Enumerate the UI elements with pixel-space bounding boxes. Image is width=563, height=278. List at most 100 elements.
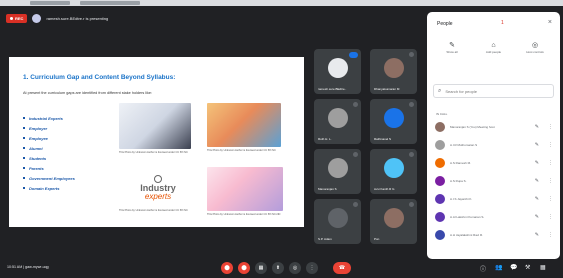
bullet-icon bbox=[23, 177, 25, 179]
panel-actions: ✎ Show all ⌂ Add people ◎ Host controls bbox=[433, 42, 554, 54]
avatar bbox=[383, 208, 404, 228]
host-controls-button[interactable]: ◎ Host controls bbox=[516, 42, 554, 54]
avatar bbox=[435, 176, 445, 186]
microphone-toggle-button[interactable]: ⬤ bbox=[221, 262, 233, 274]
in-call-label: IN CALL bbox=[436, 112, 448, 116]
participant-tile[interactable]: Pon bbox=[370, 199, 417, 244]
stakeholder-label: Government Employees bbox=[29, 175, 75, 181]
more-options-icon[interactable]: ⋮ bbox=[548, 142, 553, 148]
participant-name: S.P. Adam bbox=[318, 237, 332, 241]
participant-row[interactable]: A.I.R Muthumaran S ✎ ⋮ bbox=[435, 138, 555, 152]
list-item: Employee bbox=[23, 133, 75, 143]
captions-button[interactable]: ▦ bbox=[255, 262, 267, 274]
participant-row[interactable]: A.S Ramesh M. ✎ ⋮ bbox=[435, 156, 555, 170]
more-options-icon[interactable]: ⋮ bbox=[548, 178, 553, 184]
people-panel: People 1 × ✎ Show all ⌂ Add people ◎ Hos… bbox=[427, 12, 560, 259]
browser-tab[interactable] bbox=[30, 1, 70, 5]
stakeholder-label: Employee bbox=[29, 135, 48, 141]
bullet-icon bbox=[23, 147, 25, 149]
presentation-status-bar: REC ramesh.sure.BEdtre.r is presenting bbox=[6, 12, 108, 25]
participant-tile[interactable]: Dhanyakumaran M bbox=[370, 49, 417, 94]
avatar bbox=[383, 158, 404, 178]
participant-name: Manoranjan S (You) Meeting host bbox=[450, 125, 495, 129]
info-icon[interactable]: ⓘ bbox=[480, 264, 486, 273]
chat-icon[interactable]: 💬 bbox=[510, 264, 517, 271]
browser-tab[interactable] bbox=[80, 1, 140, 5]
mic-icon[interactable]: ✎ bbox=[535, 196, 539, 202]
list-item: Employer bbox=[23, 123, 75, 133]
participant-name: Manoranjan S bbox=[318, 187, 337, 191]
participant-name: A.I.R Muthumaran S bbox=[450, 143, 478, 147]
more-options-icon[interactable]: ⋮ bbox=[548, 214, 553, 220]
slide-title: 1. Curriculum Gap and Content Beyond Syl… bbox=[23, 74, 176, 81]
bullet-icon bbox=[23, 187, 25, 189]
end-call-button[interactable]: ☎ bbox=[333, 262, 351, 274]
show-all-button[interactable]: ✎ Show all bbox=[433, 42, 471, 54]
team-illustration bbox=[207, 103, 281, 147]
presenter-avatar bbox=[32, 14, 42, 23]
photo-caption: This Photo by Unknown Author is licensed… bbox=[119, 151, 188, 154]
people-icon[interactable]: 👥 bbox=[495, 264, 502, 271]
bullet-icon bbox=[23, 137, 25, 139]
mic-icon[interactable]: ✎ bbox=[535, 214, 539, 220]
avatar bbox=[435, 140, 445, 150]
more-options-icon[interactable]: ⋮ bbox=[548, 196, 553, 202]
participant-tile[interactable]: Ruth H. L. bbox=[314, 99, 361, 144]
avatar bbox=[327, 158, 348, 178]
participant-tile[interactable]: ramesh.sure.BEdtre.. bbox=[314, 49, 361, 94]
action-label: Show all bbox=[446, 50, 458, 54]
pin-icon[interactable] bbox=[349, 52, 358, 58]
mic-muted-icon bbox=[409, 202, 414, 207]
present-button[interactable]: ◎ bbox=[289, 262, 301, 274]
participant-name: A.I.S Jayanthi K. bbox=[450, 197, 473, 201]
add-people-button[interactable]: ⌂ Add people bbox=[475, 42, 513, 54]
mic-muted-icon bbox=[353, 102, 358, 107]
stakeholder-label: Employer bbox=[29, 125, 48, 131]
hand-raise-count[interactable]: 1 bbox=[501, 20, 504, 26]
add-person-icon: ⌂ bbox=[491, 42, 496, 49]
participant-name: Dhanyakumaran M bbox=[374, 87, 400, 91]
activities-icon[interactable]: ⚒ bbox=[525, 264, 530, 271]
mic-icon[interactable]: ✎ bbox=[535, 178, 539, 184]
logo-line-2: experts bbox=[144, 192, 172, 201]
search-icon: ⌕ bbox=[438, 87, 442, 94]
participant-row[interactable]: Manoranjan S (You) Meeting host ✎ ⋮ bbox=[435, 120, 555, 134]
more-options-icon[interactable]: ⋮ bbox=[548, 232, 553, 238]
mic-icon[interactable]: ✎ bbox=[535, 142, 539, 148]
close-icon[interactable]: × bbox=[548, 19, 552, 26]
more-options-icon[interactable]: ⋮ bbox=[548, 160, 553, 166]
mic-icon[interactable]: ✎ bbox=[535, 160, 539, 166]
avatar bbox=[327, 208, 348, 228]
list-item: Government Employees bbox=[23, 173, 75, 183]
participant-tile[interactable]: S.P. Adam bbox=[314, 199, 361, 244]
camera-toggle-button[interactable]: ⬤ bbox=[238, 262, 250, 274]
participant-tile[interactable]: Manoranjan S bbox=[314, 149, 361, 194]
participant-row[interactable]: A.S Rupa S. ✎ ⋮ bbox=[435, 174, 555, 188]
more-options-icon[interactable]: ⋮ bbox=[548, 124, 553, 130]
photo-caption: This Photo by Unknown Author is licensed… bbox=[207, 149, 276, 152]
mic-icon[interactable]: ✎ bbox=[535, 232, 539, 238]
search-field[interactable]: ⌕ bbox=[433, 84, 554, 98]
participant-row[interactable]: A.I.S Jayanthi K. ✎ ⋮ bbox=[435, 192, 555, 206]
photo-caption: This Photo by Unknown Author is licensed… bbox=[207, 213, 281, 216]
more-options-button[interactable]: ⋮ bbox=[306, 262, 318, 274]
business-meeting-photo bbox=[119, 103, 191, 149]
mic-icon[interactable]: ✎ bbox=[535, 124, 539, 130]
stakeholder-label: Domain Experts bbox=[29, 185, 60, 191]
raise-hand-button[interactable]: ⬆ bbox=[272, 262, 284, 274]
list-item: Students bbox=[23, 153, 75, 163]
meeting-time-and-code: 10:51 AM | gaw-mywr-uqg bbox=[7, 265, 49, 269]
participant-row[interactable]: A.H Jayalakshmi Ravi R. ✎ ⋮ bbox=[435, 228, 555, 242]
search-input[interactable] bbox=[445, 88, 546, 94]
participant-row[interactable]: A.Al Lakshmi Kumaran S. ✎ ⋮ bbox=[435, 210, 555, 224]
host-controls-icon[interactable]: ▦ bbox=[540, 264, 546, 271]
participant-tile[interactable]: Rathinavel S bbox=[370, 99, 417, 144]
participant-tile[interactable]: Avvi Kanth R G bbox=[370, 149, 417, 194]
bullet-icon bbox=[23, 157, 25, 159]
bullet-icon bbox=[23, 127, 25, 129]
mic-muted-icon bbox=[409, 102, 414, 107]
participant-name: ramesh.sure.BEdtre.. bbox=[318, 87, 347, 91]
avatar bbox=[327, 58, 348, 78]
shield-icon: ◎ bbox=[531, 42, 539, 49]
participant-name: Ruth H. L. bbox=[318, 137, 332, 141]
